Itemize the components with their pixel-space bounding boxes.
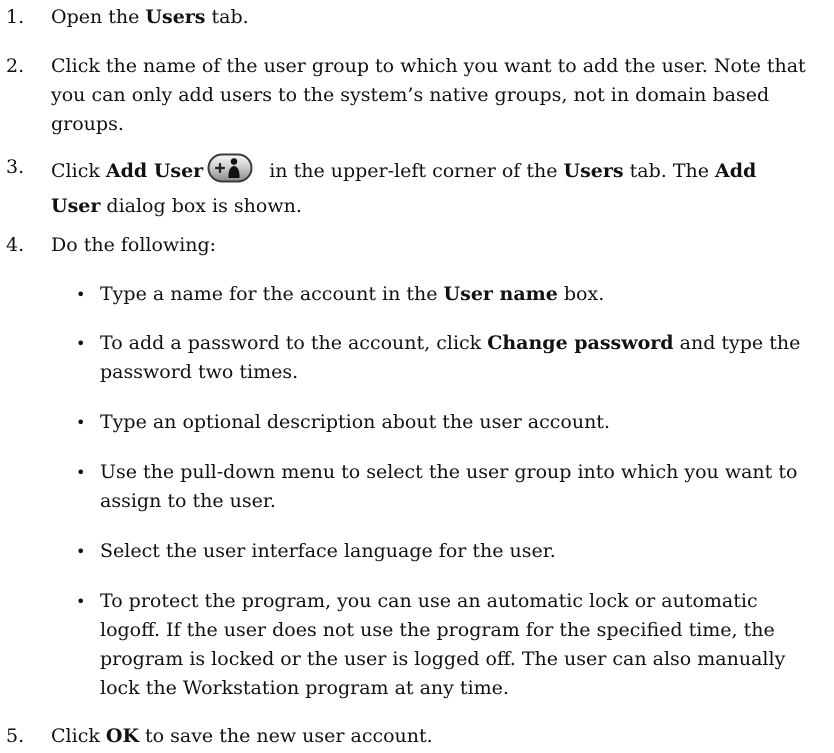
bullet-marker: • [76, 542, 86, 561]
add-user-icon [207, 153, 253, 192]
bullet-marker: • [76, 285, 86, 304]
bullet-marker: • [76, 413, 86, 432]
step-text: Click Add User in the upper-left corner … [51, 153, 811, 221]
list-item-text: Type a name for the account in the User … [100, 283, 605, 305]
list-item-text: To add a password to the account, click … [100, 332, 801, 383]
list-item-text: To protect the program, you can use an a… [100, 590, 786, 699]
step-number: 2. [6, 55, 25, 77]
list-item-text: Use the pull-down menu to select the use… [100, 461, 798, 512]
list-item-text: Select the user interface language for t… [100, 540, 556, 562]
step-text: Click OK to save the new user account. [51, 725, 433, 747]
step-number: 5. [6, 725, 25, 747]
step-number: 1. [6, 6, 25, 28]
step-text: Open the Users tab. [51, 6, 249, 28]
list-item-text: Type an optional description about the u… [100, 411, 610, 433]
bullet-marker: • [76, 334, 86, 353]
step-number: 4. [6, 234, 25, 256]
step-text: Click the name of the user group to whic… [51, 55, 806, 135]
step-number: 3. [6, 156, 25, 178]
bullet-marker: • [76, 592, 86, 611]
step-text: Do the following: [51, 234, 217, 256]
bullet-marker: • [76, 463, 86, 482]
